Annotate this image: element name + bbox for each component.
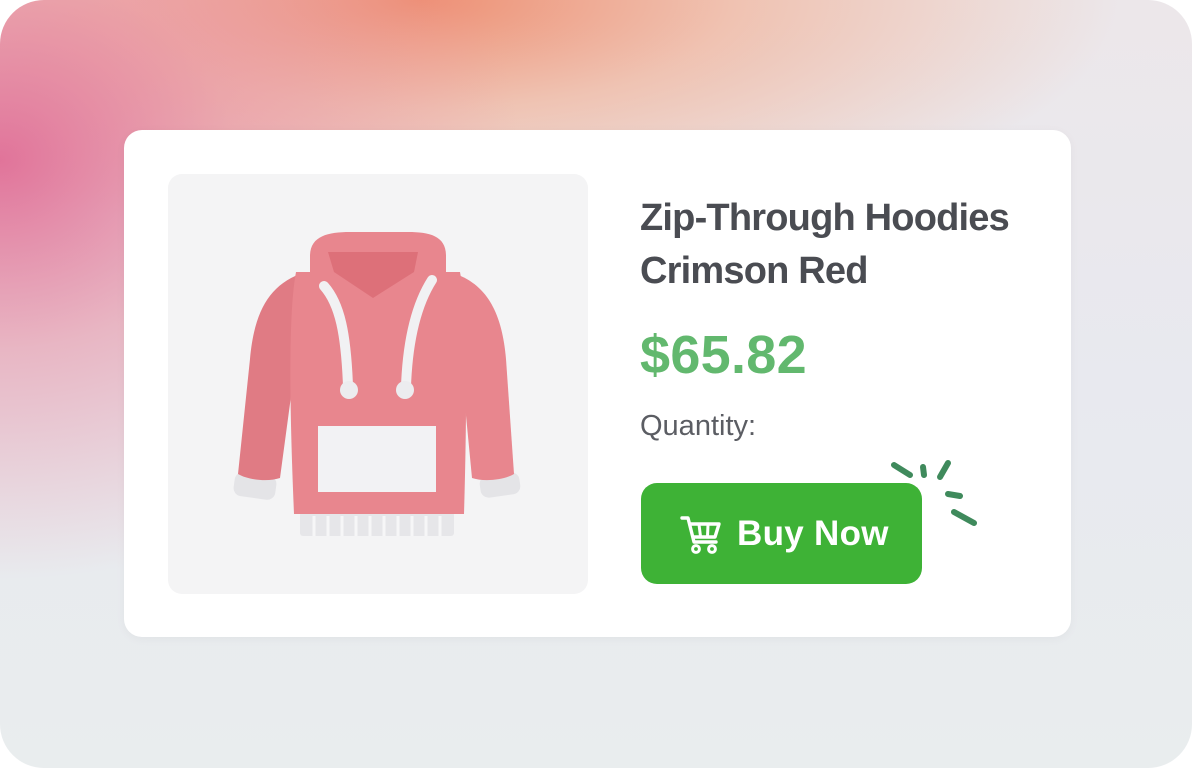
page-background: Zip-Through Hoodies Crimson Red $65.82 Q… <box>0 0 1192 768</box>
shopping-cart-icon <box>680 515 721 554</box>
product-title-line2: Crimson Red <box>640 250 868 292</box>
product-title-line1: Zip-Through Hoodies <box>640 197 1010 239</box>
product-card: Zip-Through Hoodies Crimson Red $65.82 Q… <box>124 130 1071 637</box>
product-image <box>168 174 588 594</box>
product-title: Zip-Through Hoodies Crimson Red <box>640 192 1060 298</box>
product-price: $65.82 <box>640 325 807 385</box>
buy-now-label: Buy Now <box>737 513 889 553</box>
click-burst-icon <box>891 460 977 526</box>
buy-now-button[interactable]: Buy Now <box>641 483 922 584</box>
quantity-label: Quantity: <box>640 410 757 442</box>
hoodie-icon <box>233 232 521 536</box>
